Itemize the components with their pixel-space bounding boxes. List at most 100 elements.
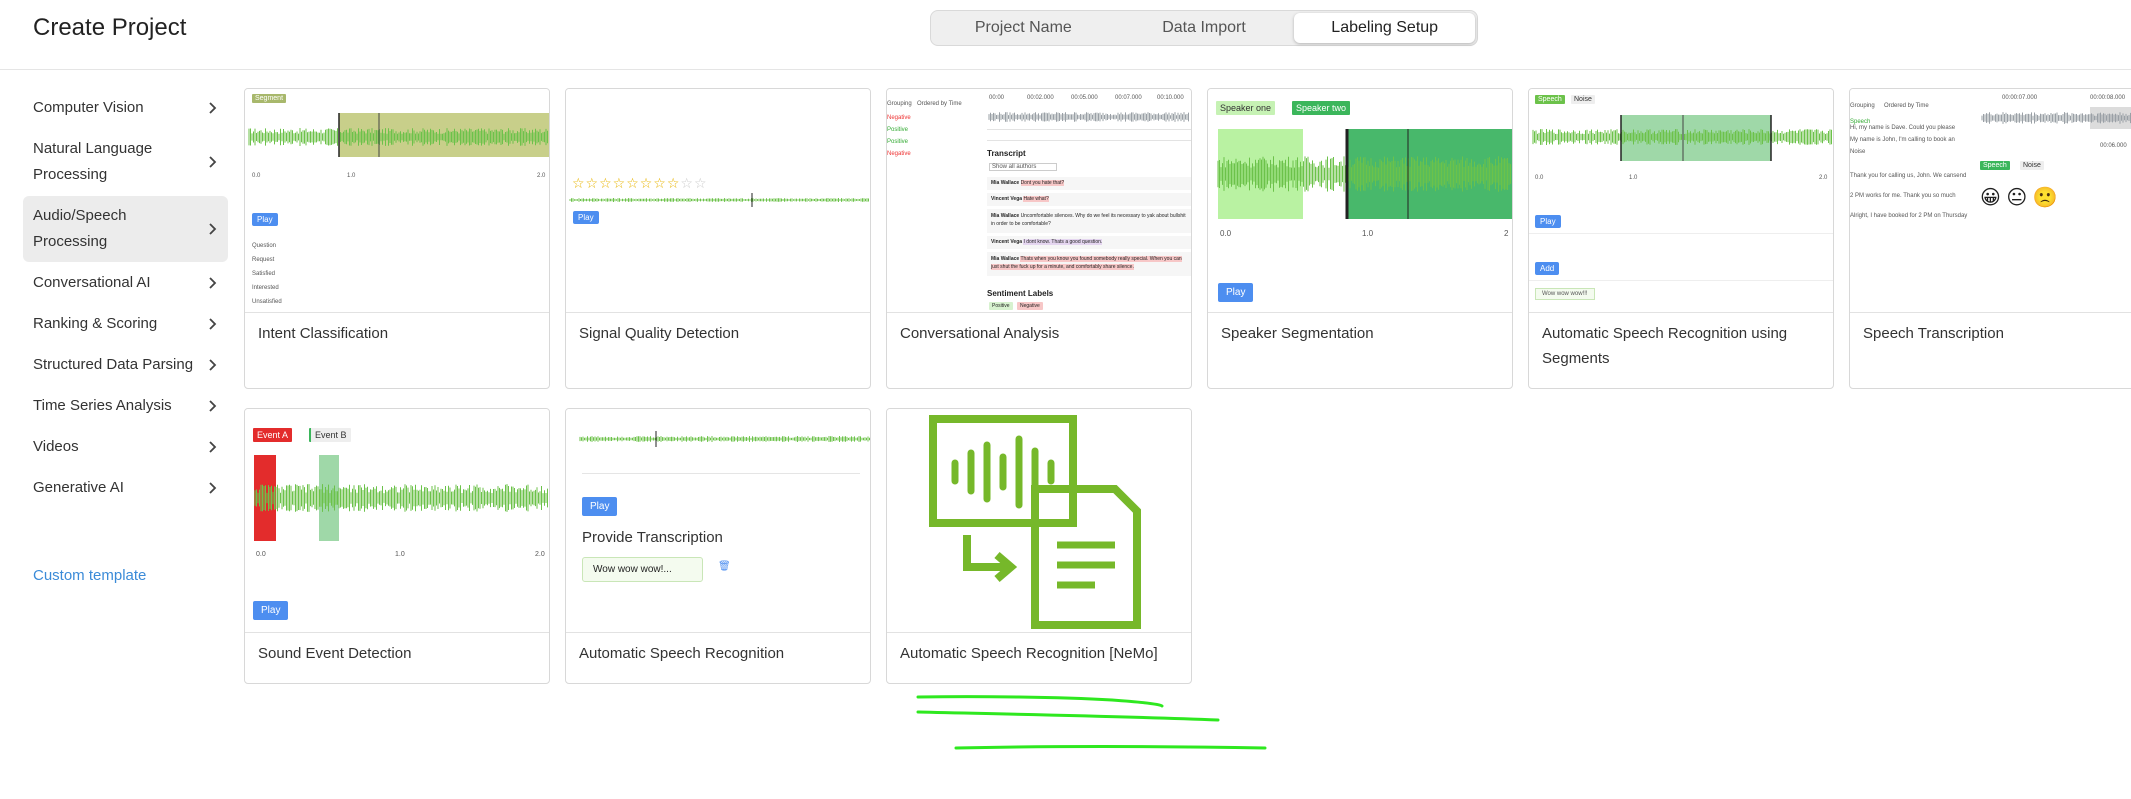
template-preview: Speech Noise 0.0 1.0 2.0 Play Add Wow wo…	[1529, 89, 1833, 313]
sidebar-item-nlp[interactable]: Natural Language Processing	[23, 129, 228, 195]
sidebar-item-conversational-ai[interactable]: Conversational AI	[23, 263, 228, 303]
chevron-right-icon	[209, 482, 217, 494]
sidebar-item-label: Audio/Speech Processing	[33, 207, 127, 250]
sidebar-item-audio-speech[interactable]: Audio/Speech Processing	[23, 196, 228, 262]
template-card-speech-transcription[interactable]: Grouping Ordered by Time 00:00:07.000 00…	[1849, 88, 2131, 389]
tick-label: 1.0	[395, 551, 405, 558]
chevron-right-icon	[209, 277, 217, 289]
emoji-rating: 😀 😐 🙁	[1980, 185, 2058, 210]
template-card-intent-classification[interactable]: Segment 0.0 1.0 2.0 Play Question Reques…	[244, 88, 550, 389]
option-request: Request	[252, 257, 275, 263]
tick-label: 1.0	[1362, 229, 1374, 238]
sidebar-item-label: Ranking & Scoring	[33, 315, 158, 332]
waveform	[569, 193, 869, 207]
toolbar-grouping: Grouping	[887, 101, 912, 107]
utterance: Hate what?	[1023, 196, 1049, 202]
chevron-right-icon	[209, 441, 217, 453]
sidebar-item-structured-data[interactable]: Structured Data Parsing	[23, 345, 228, 385]
transcript-row: Mia Wallace Uncomfortable silences. Why …	[987, 209, 1191, 233]
sidebar-item-computer-vision[interactable]: Computer Vision	[23, 88, 228, 128]
intent-options: Question Request Satisfied Interested Un…	[252, 239, 282, 309]
tick-label: 1.0	[347, 173, 356, 179]
sidebar-item-ranking-scoring[interactable]: Ranking & Scoring	[23, 304, 228, 344]
step-tabs: Project Name Data Import Labeling Setup	[930, 10, 1478, 46]
side-label: Positive	[887, 127, 909, 133]
region-label: Segment	[252, 94, 287, 103]
transcript-lines: Speech Hi, my name is Dave. Could you pl…	[1850, 119, 1974, 219]
waveform	[1981, 107, 2131, 129]
time-label: 00:07.000	[1115, 95, 1142, 101]
waveform	[1532, 115, 1832, 161]
header: Create Project Project Name Data Import …	[0, 0, 2131, 70]
tab-project-name[interactable]: Project Name	[933, 13, 1114, 43]
template-preview: Grouping Ordered by Time Negative Positi…	[887, 89, 1191, 313]
template-card-asr[interactable]: Play Provide Transcription Wow wow wow!.…	[565, 408, 871, 684]
play-button: Play	[582, 497, 618, 516]
speaker-two-label: Speaker two	[1292, 101, 1351, 115]
sidebar-item-time-series[interactable]: Time Series Analysis	[23, 386, 228, 426]
sentiment-title: Sentiment Labels	[987, 289, 1054, 298]
template-card-conversational-analysis[interactable]: Grouping Ordered by Time Negative Positi…	[886, 88, 1192, 389]
segment-area	[1529, 233, 1833, 281]
tick-label: 2	[1504, 229, 1509, 238]
speech-label: Speech	[1535, 95, 1565, 104]
template-title: Automatic Speech Recognition [NeMo]	[900, 645, 1158, 662]
template-title: Speech Transcription	[1863, 325, 2004, 342]
sidebar-item-label: Computer Vision	[33, 99, 144, 116]
chevron-right-icon	[209, 400, 217, 412]
tick-label: 2.0	[1819, 175, 1828, 181]
template-card-asr-nemo[interactable]: Automatic Speech Recognition [NeMo]	[886, 408, 1192, 684]
star-icon: ☆☆☆☆☆☆☆☆	[572, 175, 681, 191]
sidebar-item-videos[interactable]: Videos	[23, 427, 228, 467]
template-preview: Grouping Ordered by Time 00:00:07.000 00…	[1850, 89, 2131, 313]
template-card-asr-segments[interactable]: Speech Noise 0.0 1.0 2.0 Play Add Wow wo…	[1528, 88, 1834, 389]
transcript-line: My name is John, I'm calling to book an	[1850, 137, 1955, 143]
scribble-stroke	[916, 710, 1220, 722]
transcription-chip: Wow wow wow!!!	[1535, 288, 1595, 300]
template-preview: Segment 0.0 1.0 2.0 Play Question Reques…	[245, 89, 549, 313]
transcript-line: Hi, my name is Dave. Could you please	[1850, 125, 1956, 131]
transcript-row: Mia Wallace Thats when you know you foun…	[987, 252, 1191, 276]
transcript-title: Transcript	[987, 149, 1026, 158]
tab-data-import[interactable]: Data Import	[1114, 13, 1295, 43]
transcript-row: Mia Wallace Dont you hate that?	[987, 177, 1191, 190]
template-preview: ☆☆☆☆☆☆☆☆☆☆ Play	[566, 89, 870, 313]
chevron-right-icon	[209, 156, 217, 168]
utterance: Dont you hate that?	[1020, 180, 1065, 186]
custom-template-link[interactable]: Custom template	[33, 567, 146, 584]
template-preview: Play Provide Transcription Wow wow wow!.…	[566, 409, 870, 633]
player-controls	[987, 129, 1191, 141]
tab-labeling-setup[interactable]: Labeling Setup	[1294, 13, 1476, 43]
utterance: I dont know. Thats a good question.	[1023, 239, 1103, 245]
tick-label: 1.0	[1629, 175, 1638, 181]
toolbar-ordered: Ordered by Time	[1884, 103, 1929, 109]
template-title: Automatic Speech Recognition	[579, 645, 785, 662]
utterance: Thats when you know you found somebody r…	[991, 256, 1182, 270]
side-label: Positive	[887, 139, 909, 145]
template-title: Intent Classification	[258, 325, 389, 342]
play-button: Play	[252, 213, 278, 226]
sad-face-icon: 🙁	[2032, 187, 2058, 209]
template-title: Sound Event Detection	[258, 645, 412, 662]
template-card-signal-quality[interactable]: ☆☆☆☆☆☆☆☆☆☆ Play Signal Quality Detection	[565, 88, 871, 389]
sidebar-item-label: Time Series Analysis	[33, 397, 172, 414]
transcription-heading: Provide Transcription	[582, 529, 723, 546]
neutral-face-icon: 😐	[2006, 187, 2028, 209]
sidebar-item-generative-ai[interactable]: Generative AI	[23, 468, 228, 508]
noise-label: Noise	[2020, 161, 2044, 170]
toolbar-grouping: Grouping	[1850, 103, 1875, 109]
utterance: Uncomfortable silences. Why do we feel i…	[991, 213, 1186, 227]
time-label: 00:00	[989, 95, 1005, 101]
waveform	[1217, 129, 1512, 219]
side-label: Negative	[887, 115, 911, 121]
waveform	[254, 455, 548, 541]
time-label: 00:00:08.000	[2090, 95, 2126, 101]
speech-label: Speech	[1980, 161, 2010, 170]
template-card-sound-event[interactable]: Event A Event B 0.0 1.0 2.0 Play Sound E…	[244, 408, 550, 684]
sidebar-item-label: Natural Language Processing	[33, 140, 153, 183]
tick-label: 0.0	[1220, 229, 1232, 238]
author-name: Vincent Vega	[991, 239, 1023, 245]
sidebar-item-label: Generative AI	[33, 479, 124, 496]
template-card-speaker-segmentation[interactable]: Speaker one Speaker two 0.0 1.0 2 Play S…	[1207, 88, 1513, 389]
tick-label: 0.0	[252, 173, 261, 179]
